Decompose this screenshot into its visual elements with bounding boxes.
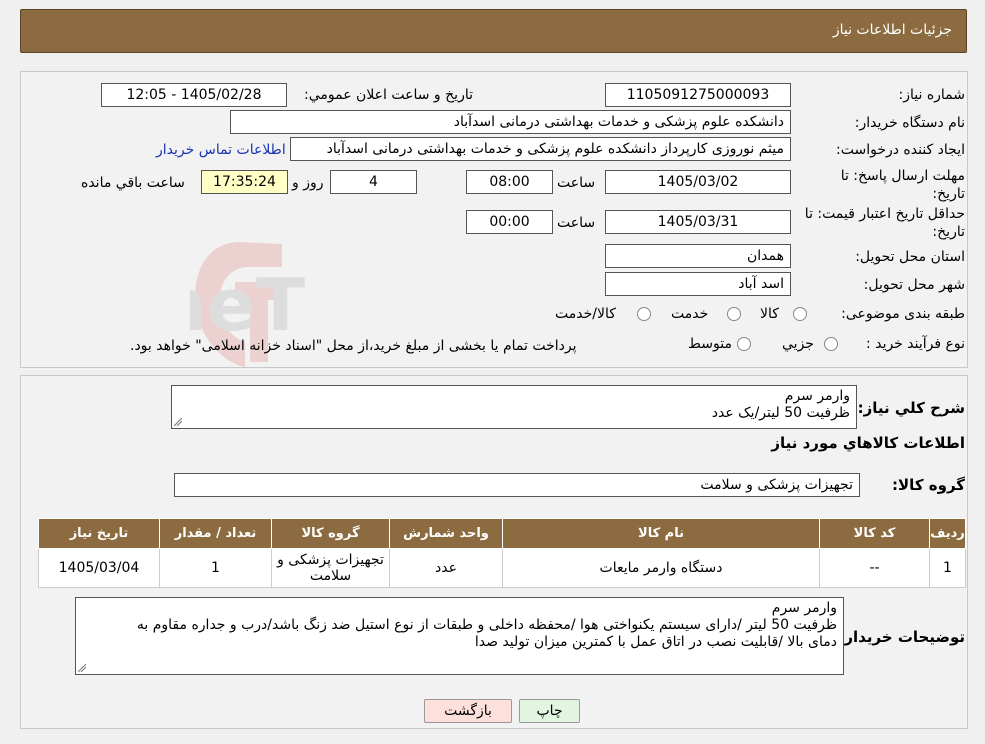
process-option-minor: جزيي: [782, 336, 814, 352]
col-header-quantity: تعداد / مقدار: [159, 518, 272, 549]
process-radio-minor[interactable]: [824, 337, 838, 351]
validity-time-field: 00:00: [466, 210, 553, 234]
resize-grip-icon: [78, 664, 86, 672]
buyer-notes-line-3: دمای بالا /قابلیت نصب در اتاق عمل با کمت…: [474, 634, 837, 650]
cell-group: تجهیزات پزشکی و سلامت: [271, 548, 390, 588]
buyer-notes-line-2: ظرفیت 50 لیتر /دارای سیستم یکنواختی هوا …: [136, 617, 837, 633]
city-field: اسد آباد: [605, 272, 791, 296]
buyer-notes-textarea[interactable]: وارمر سرم ظرفیت 50 لیتر /دارای سیستم یکن…: [75, 597, 844, 675]
summary-label: شرح کلي نياز:: [857, 399, 965, 417]
remaining-time-field: 17:35:24: [201, 170, 288, 194]
col-header-need-date: تاريخ نياز: [38, 518, 160, 549]
cell-row-number: 1: [929, 548, 966, 588]
creator-label: ايجاد کننده درخواست:: [836, 142, 965, 158]
buyer-notes-line-1: وارمر سرم: [771, 600, 837, 616]
table-header-row: رديف کد کالا نام کالا واحد شمارش گروه کا…: [38, 518, 966, 549]
category-radio-goods[interactable]: [793, 307, 807, 321]
category-option-goods: کالا: [760, 306, 779, 322]
cell-code: --: [819, 548, 930, 588]
cell-need-date: 1405/03/04: [38, 548, 160, 588]
buyer-label: نام دستگاه خريدار:: [854, 115, 965, 131]
process-radio-medium[interactable]: [737, 337, 751, 351]
buyer-field: دانشکده علوم پزشکی و خدمات بهداشتی درمان…: [230, 110, 791, 134]
col-header-group: گروه کالا: [271, 518, 390, 549]
page-header: جزئیات اطلاعات نیاز: [20, 9, 967, 53]
validity-time-label: ساعت: [557, 215, 596, 231]
days-field: 4: [330, 170, 417, 194]
summary-line-1: وارمر سرم: [784, 388, 850, 404]
need-number-label: شماره نیاز:: [898, 87, 966, 103]
announce-field: 1405/02/28 - 12:05: [101, 83, 287, 107]
goods-info-heading: اطلاعات کالاهاي مورد نياز: [771, 434, 965, 452]
summary-line-2: ظرفیت 50 لیتر/یک عدد: [711, 405, 850, 421]
summary-textarea[interactable]: وارمر سرم ظرفیت 50 لیتر/یک عدد: [171, 385, 857, 429]
city-label: شهر محل تحويل:: [863, 277, 965, 293]
announce-label: تاریخ و ساعت اعلان عمومي:: [304, 87, 473, 103]
remaining-label: ساعت باقي مانده: [81, 175, 185, 191]
deadline-label: مهلت ارسال پاسخ: تا: [840, 168, 965, 184]
category-option-service: خدمت: [671, 306, 709, 322]
buyer-notes-label: توضيحات خريدار:: [838, 628, 965, 646]
province-field: همدان: [605, 244, 791, 268]
category-radio-service[interactable]: [727, 307, 741, 321]
deadline-label-date: تاريخ:: [932, 186, 965, 202]
deadline-date-field: 1405/03/02: [605, 170, 791, 194]
days-label: روز و: [292, 175, 324, 191]
category-label: طبقه بندی موضوعی:: [841, 306, 965, 322]
items-table: رديف کد کالا نام کالا واحد شمارش گروه کا…: [38, 518, 966, 588]
cell-quantity: 1: [159, 548, 272, 588]
col-header-name: نام کالا: [502, 518, 820, 549]
validity-label: حداقل تاريخ اعتبار قيمت: تا: [804, 206, 965, 222]
category-radio-goods-service[interactable]: [637, 307, 651, 321]
col-header-code: کد کالا: [819, 518, 930, 549]
table-row: 1 -- دستگاه وارمر مایعات عدد تجهیزات پزش…: [38, 548, 966, 588]
validity-label-date: تاريخ:: [932, 224, 965, 240]
province-label: استان محل تحويل:: [855, 249, 965, 265]
cell-name: دستگاه وارمر مایعات: [502, 548, 820, 588]
goods-group-field: تجهیزات پزشکی و سلامت: [174, 473, 860, 497]
goods-group-label: گروه کالا:: [892, 476, 965, 494]
buyer-contact-link[interactable]: اطلاعات تماس خريدار: [156, 141, 286, 159]
deadline-time-label: ساعت: [557, 175, 596, 191]
col-header-row-number: رديف: [929, 518, 966, 549]
back-button[interactable]: بازگشت: [424, 699, 512, 723]
process-label: نوع فرآيند خريد :: [866, 336, 965, 352]
validity-date-field: 1405/03/31: [605, 210, 791, 234]
resize-grip-icon: [174, 418, 182, 426]
creator-field: میثم نوروزی کارپرداز دانشکده علوم پزشکی …: [290, 137, 791, 161]
category-option-goods-service: کالا/خدمت: [555, 306, 616, 322]
cell-unit: عدد: [389, 548, 503, 588]
process-note: پرداخت تمام یا بخشی از مبلغ خرید،از محل …: [130, 338, 577, 354]
col-header-unit: واحد شمارش: [389, 518, 503, 549]
process-option-medium: متوسط: [688, 336, 732, 352]
deadline-time-field: 08:00: [466, 170, 553, 194]
page-title: جزئیات اطلاعات نیاز: [832, 22, 952, 38]
print-button[interactable]: چاپ: [519, 699, 580, 723]
need-number-field: 1105091275000093: [605, 83, 791, 107]
